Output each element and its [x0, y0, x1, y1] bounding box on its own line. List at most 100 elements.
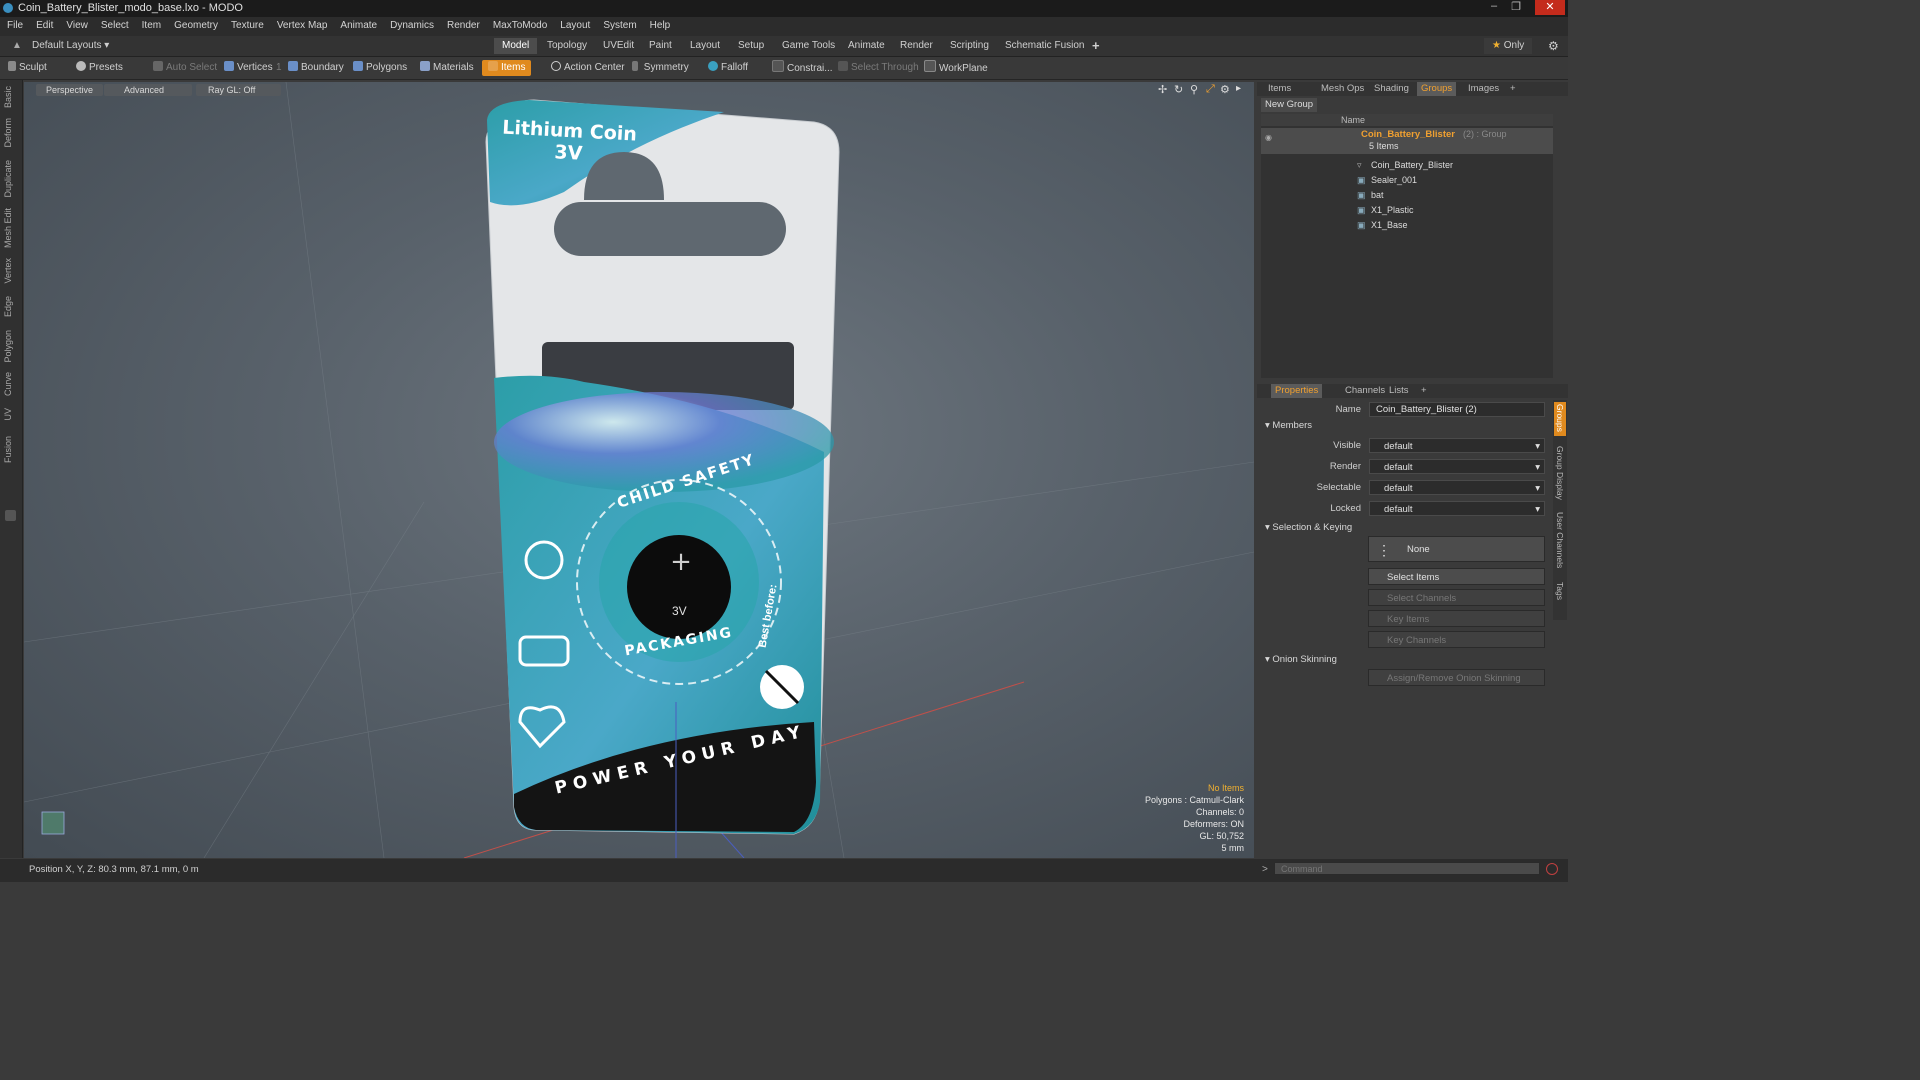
menu-vertex-map[interactable]: Vertex Map: [270, 17, 334, 31]
fit-icon[interactable]: ⤢: [1206, 83, 1215, 96]
viewport-menu-icon[interactable]: ▸: [1236, 83, 1241, 94]
menu-maxtomodo[interactable]: MaxToModo: [486, 17, 553, 31]
tab-channels[interactable]: Channels: [1341, 384, 1389, 398]
add-tab-button[interactable]: +: [1084, 38, 1108, 54]
new-group-button[interactable]: New Group: [1261, 98, 1318, 112]
pan-icon[interactable]: ✢: [1158, 83, 1167, 96]
tab-model[interactable]: Model: [494, 38, 538, 54]
visible-dropdown[interactable]: default ▾: [1369, 438, 1545, 453]
items-add-tab[interactable]: +: [1506, 82, 1520, 96]
tab-schematic-fusion[interactable]: Schematic Fusion: [997, 38, 1092, 54]
tab-render[interactable]: Render: [892, 38, 941, 54]
tab-setup[interactable]: Setup: [730, 38, 772, 54]
menu-select[interactable]: Select: [94, 17, 135, 31]
command-clear-icon[interactable]: [1546, 863, 1558, 875]
symmetry-button[interactable]: Symmetry: [632, 60, 689, 76]
menu-system[interactable]: System: [596, 17, 642, 31]
rotate-icon[interactable]: ↻: [1174, 83, 1183, 96]
group-row[interactable]: ◉ Coin_Battery_Blister (2) : Group 5 Ite…: [1261, 128, 1553, 154]
auto-select-button[interactable]: Auto Select: [153, 60, 217, 76]
tab-topology[interactable]: Topology: [539, 38, 595, 54]
tab-uv[interactable]: UV: [3, 408, 13, 421]
tab-images[interactable]: Images: [1464, 82, 1503, 96]
selectable-dropdown[interactable]: default ▾: [1369, 480, 1545, 495]
tab-vertex[interactable]: Vertex: [3, 258, 13, 284]
select-items-button[interactable]: Select Items: [1368, 568, 1545, 585]
tab-duplicate[interactable]: Duplicate: [3, 160, 13, 198]
tab-mesh-ops[interactable]: Mesh Ops: [1317, 82, 1368, 96]
tab-items[interactable]: Items: [1264, 82, 1295, 96]
side-tab-group-display[interactable]: Group Display: [1555, 446, 1565, 500]
gear-icon[interactable]: ⚙: [1540, 38, 1567, 54]
action-center-button[interactable]: Action Center: [551, 60, 625, 76]
zoom-icon[interactable]: ⚲: [1190, 83, 1198, 96]
side-tab-tags[interactable]: Tags: [1555, 582, 1565, 600]
properties-add-tab[interactable]: +: [1417, 384, 1431, 398]
tab-animate[interactable]: Animate: [840, 38, 893, 54]
key-items-button[interactable]: Key Items: [1368, 610, 1545, 627]
render-dropdown[interactable]: default ▾: [1369, 459, 1545, 474]
tab-groups[interactable]: Groups: [1417, 82, 1457, 96]
only-toggle[interactable]: ★ Only: [1484, 38, 1533, 54]
menu-dynamics[interactable]: Dynamics: [383, 17, 440, 31]
tab-game-tools[interactable]: Game Tools: [774, 38, 843, 54]
command-input[interactable]: [1274, 862, 1540, 875]
select-through-button[interactable]: Select Through: [838, 60, 919, 76]
tab-scripting[interactable]: Scripting: [942, 38, 997, 54]
menu-animate[interactable]: Animate: [333, 17, 383, 31]
menu-item[interactable]: Item: [135, 17, 167, 31]
raygl-button[interactable]: Ray GL: Off: [196, 84, 282, 96]
list-item[interactable]: ▿ Coin_Battery_Blister: [1261, 158, 1557, 172]
list-item[interactable]: ▣ Sealer_001: [1261, 173, 1557, 187]
name-field[interactable]: [1369, 402, 1545, 417]
restore-icon[interactable]: ❐: [1506, 0, 1526, 15]
tab-layout[interactable]: Layout: [682, 38, 728, 54]
tab-deform[interactable]: Deform: [3, 118, 13, 148]
minimize-icon[interactable]: –: [1484, 0, 1504, 15]
perspective-button[interactable]: Perspective: [36, 84, 104, 96]
menu-layout[interactable]: Layout: [553, 17, 596, 31]
tab-mesh-edit[interactable]: Mesh Edit: [3, 208, 13, 248]
none-button[interactable]: ⋮ None: [1368, 536, 1545, 562]
locked-dropdown[interactable]: default ▾: [1369, 501, 1545, 516]
items-button[interactable]: Items: [482, 60, 532, 76]
tab-lists[interactable]: Lists: [1385, 384, 1413, 398]
presets-button[interactable]: Presets: [76, 60, 123, 76]
menu-texture[interactable]: Texture: [224, 17, 270, 31]
tab-polygon[interactable]: Polygon: [3, 330, 13, 363]
select-channels-button[interactable]: Select Channels: [1368, 589, 1545, 606]
tab-paint[interactable]: Paint: [641, 38, 680, 54]
menu-geometry[interactable]: Geometry: [167, 17, 224, 31]
tab-uvedit[interactable]: UVEdit: [595, 38, 642, 54]
tab-basic[interactable]: Basic: [3, 86, 13, 108]
members-section[interactable]: ▾ Members: [1265, 420, 1312, 431]
tab-shading[interactable]: Shading: [1370, 82, 1413, 96]
3d-viewport[interactable]: + Lithium Coin 3V CHILD SAFETY PACKAGING…: [24, 82, 1254, 858]
falloff-button[interactable]: Falloff: [708, 60, 748, 76]
advanced-shading-button[interactable]: Advanced: [104, 84, 193, 96]
tab-edge[interactable]: Edge: [3, 296, 13, 317]
menu-render[interactable]: Render: [440, 17, 486, 31]
side-tab-groups[interactable]: Groups: [1555, 404, 1565, 432]
materials-button[interactable]: Materials: [420, 60, 474, 76]
viewport-gear-icon[interactable]: ⚙: [1220, 83, 1230, 96]
palette-icon[interactable]: [5, 510, 16, 521]
key-channels-button[interactable]: Key Channels: [1368, 631, 1545, 648]
side-tab-user-channels[interactable]: User Channels: [1555, 512, 1565, 568]
constraints-button[interactable]: Constrai...: [772, 60, 833, 76]
tab-fusion[interactable]: Fusion: [3, 436, 13, 463]
vertices-button[interactable]: Vertices: [224, 60, 273, 76]
selection-keying-section[interactable]: ▾ Selection & Keying: [1265, 522, 1352, 533]
close-icon[interactable]: ✕: [1535, 0, 1565, 15]
tab-curve[interactable]: Curve: [3, 372, 13, 396]
workplane-button[interactable]: WorkPlane: [924, 60, 988, 76]
visibility-icon[interactable]: ◉: [1265, 133, 1272, 142]
boundary-button[interactable]: Boundary: [288, 60, 344, 76]
menu-file[interactable]: File: [0, 17, 29, 31]
menu-view[interactable]: View: [59, 17, 94, 31]
default-layouts-menu[interactable]: Default Layouts ▾: [24, 38, 117, 54]
onion-skinning-section[interactable]: ▾ Onion Skinning: [1265, 654, 1337, 665]
menu-help[interactable]: Help: [643, 17, 677, 31]
list-item[interactable]: ▣ X1_Base: [1261, 218, 1557, 232]
polygons-button[interactable]: Polygons: [353, 60, 407, 76]
